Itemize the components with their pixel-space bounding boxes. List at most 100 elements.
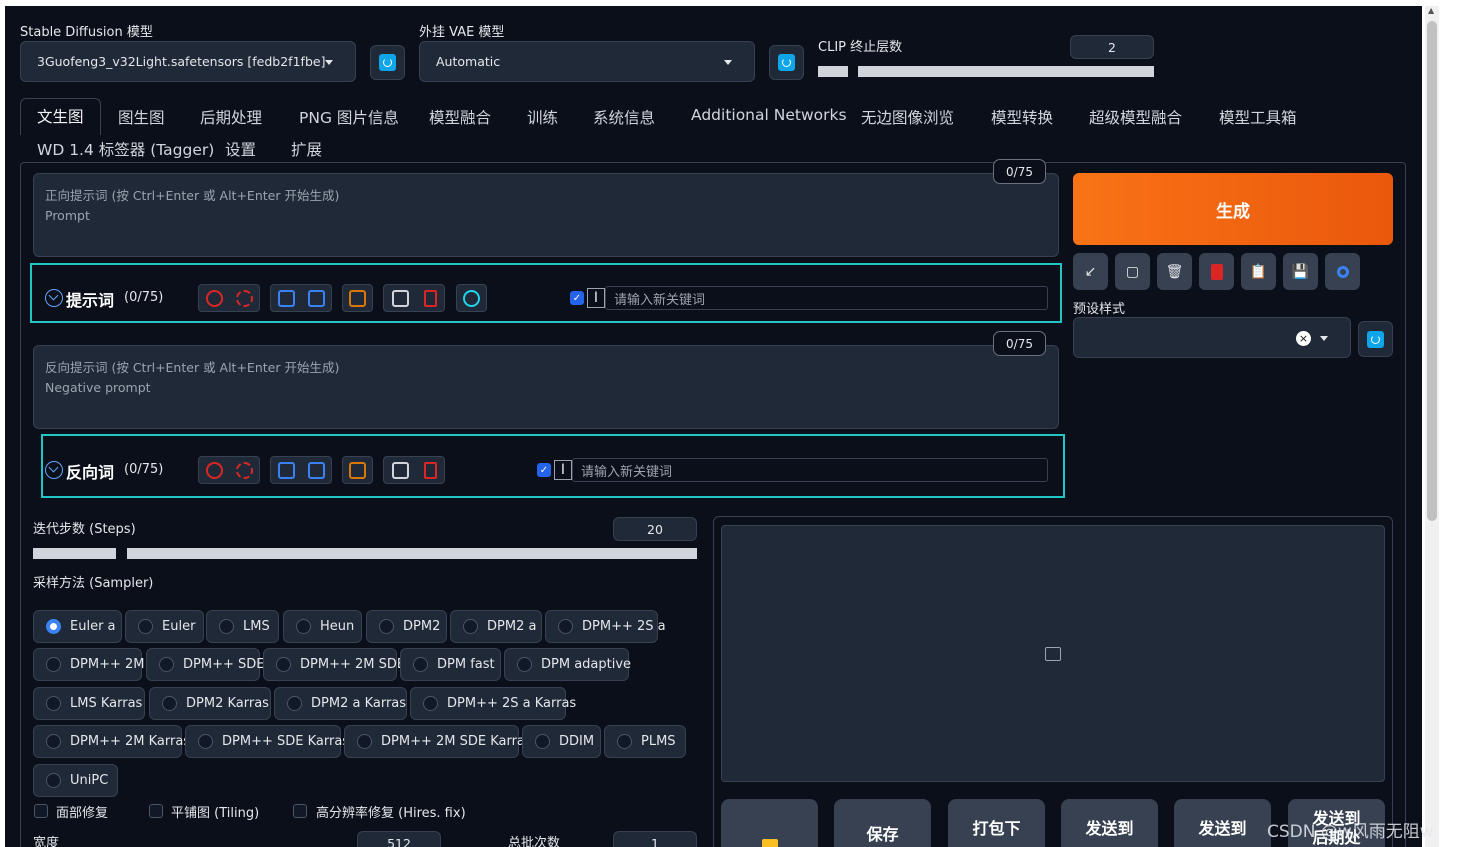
- radio-dot-icon: [46, 773, 61, 788]
- bookmark-icon[interactable]: [307, 461, 325, 479]
- tab-model-merge[interactable]: 模型融合: [429, 106, 491, 128]
- ab-icon[interactable]: [349, 289, 366, 307]
- tab-model-convert[interactable]: 模型转换: [991, 106, 1053, 128]
- prompt-keyword-checkbox[interactable]: ✓: [570, 291, 584, 305]
- history-icon[interactable]: [277, 461, 295, 479]
- sampler-option[interactable]: DPM++ 2M: [33, 648, 144, 681]
- clip-slider-track[interactable]: [858, 66, 1154, 77]
- gear-icon[interactable]: [235, 461, 253, 479]
- sampler-option[interactable]: DPM++ 2M SDE Karras: [344, 725, 532, 758]
- styles-select[interactable]: ×: [1073, 317, 1351, 358]
- negative-prompt-textarea[interactable]: 反向提示词 (按 Ctrl+Enter 或 Alt+Enter 开始生成) Ne…: [33, 345, 1059, 429]
- sampler-option[interactable]: DPM++ 2S a Karras: [410, 687, 576, 720]
- tab-super-merge[interactable]: 超级模型融合: [1089, 106, 1182, 128]
- sampler-option[interactable]: PLMS: [604, 725, 686, 758]
- width-value-input[interactable]: 512: [357, 831, 441, 847]
- sampler-option[interactable]: DPM++ SDE Karras: [185, 725, 349, 758]
- prompt-textarea[interactable]: 正向提示词 (按 Ctrl+Enter 或 Alt+Enter 开始生成) Pr…: [33, 173, 1059, 257]
- batch-count-input[interactable]: 1: [613, 831, 697, 847]
- generate-button[interactable]: 生成: [1073, 173, 1393, 245]
- tab-img2img[interactable]: 图生图: [118, 106, 165, 128]
- width-label: 宽度: [33, 836, 60, 847]
- send-to-img2img-button[interactable]: 发送到: [1061, 799, 1158, 847]
- sampler-option[interactable]: Euler: [125, 610, 204, 643]
- negative-keyword-checkbox[interactable]: ✓: [537, 463, 551, 477]
- tab-image-browser[interactable]: 无边图像浏览: [861, 106, 954, 128]
- trash-icon[interactable]: 🗑: [1157, 253, 1192, 290]
- history-icon[interactable]: [277, 289, 295, 307]
- tab-model-toolkit[interactable]: 模型工具箱: [1219, 106, 1297, 128]
- save-icon[interactable]: 💾: [1283, 253, 1318, 290]
- batch-count-label: 总批次数: [508, 836, 561, 847]
- sd-model-select[interactable]: 3Guofeng3_v32Light.safetensors [fedb2f1f…: [20, 41, 356, 82]
- scroll-up-icon[interactable]: ▲: [1428, 6, 1436, 16]
- sampler-option[interactable]: DDIM: [522, 725, 601, 758]
- trash-icon[interactable]: [423, 461, 437, 479]
- negative-tools-count: (0/75): [124, 462, 164, 477]
- location-icon[interactable]: [1325, 253, 1360, 290]
- copy-icon[interactable]: [391, 289, 409, 307]
- steps-slider-track[interactable]: [127, 548, 697, 559]
- hires-checkbox[interactable]: [293, 804, 307, 818]
- sampler-option[interactable]: DPM++ 2M SDE: [263, 648, 405, 681]
- refresh-vae-button[interactable]: [769, 45, 804, 80]
- sampler-option[interactable]: LMS: [206, 610, 279, 643]
- save-button[interactable]: 保存: [834, 799, 931, 847]
- sampler-option[interactable]: LMS Karras: [33, 687, 145, 720]
- open-folder-button[interactable]: [721, 799, 818, 847]
- red-card-icon[interactable]: [1199, 253, 1234, 290]
- sampler-option[interactable]: DPM2 a Karras: [274, 687, 407, 720]
- refresh-styles-button[interactable]: [1358, 321, 1393, 357]
- tab-txt2img[interactable]: 文生图: [20, 98, 101, 135]
- tab-extras[interactable]: 后期处理: [200, 106, 262, 128]
- tab-system-info[interactable]: 系统信息: [593, 106, 655, 128]
- clear-icon[interactable]: ×: [1296, 331, 1311, 346]
- tab-settings[interactable]: 设置: [225, 138, 256, 160]
- prompt-keyword-input[interactable]: 请输入新关键词: [605, 286, 1048, 310]
- square-icon[interactable]: ▢: [1115, 253, 1150, 290]
- tab-png-info[interactable]: PNG 图片信息: [299, 106, 399, 128]
- face-restore-checkbox[interactable]: [34, 804, 48, 818]
- clip-label: CLIP 终止层数: [818, 40, 903, 55]
- tab-additional-networks[interactable]: Additional Networks: [691, 106, 847, 124]
- bookmark-icon[interactable]: [307, 289, 325, 307]
- tiling-checkbox[interactable]: [149, 804, 163, 818]
- sampler-option[interactable]: DPM2: [366, 610, 447, 643]
- tab-tagger[interactable]: WD 1.4 标签器 (Tagger): [37, 138, 214, 160]
- vae-select[interactable]: Automatic: [419, 41, 755, 82]
- negative-keyword-input[interactable]: 请输入新关键词: [572, 458, 1048, 482]
- copy-icon[interactable]: [391, 461, 409, 479]
- sampler-option[interactable]: DPM++ 2M Karras: [33, 725, 190, 758]
- sampler-option[interactable]: DPM2 Karras: [149, 687, 271, 720]
- steps-value-input[interactable]: 20: [613, 517, 697, 541]
- sampler-option[interactable]: UniPC: [33, 764, 118, 797]
- sampler-option[interactable]: DPM adaptive: [504, 648, 631, 681]
- arrow-icon[interactable]: ↙: [1073, 253, 1108, 290]
- trash-icon[interactable]: [423, 289, 437, 307]
- globe-icon[interactable]: [205, 461, 223, 479]
- sampler-option[interactable]: DPM fast: [400, 648, 501, 681]
- scrollbar-track[interactable]: ▲: [1425, 6, 1439, 847]
- ab-icon[interactable]: [349, 461, 366, 479]
- tab-train[interactable]: 训练: [527, 106, 558, 128]
- sampler-option-label: DPM++ SDE: [183, 657, 265, 672]
- gear-icon[interactable]: [235, 289, 253, 307]
- globe-icon[interactable]: [205, 289, 223, 307]
- negative-collapse-icon[interactable]: [45, 461, 63, 479]
- sampler-option[interactable]: DPM++ 2S a: [545, 610, 666, 643]
- negative-tools-title: 反向词: [66, 463, 115, 482]
- refresh-sd-model-button[interactable]: [370, 45, 405, 80]
- scrollbar-thumb[interactable]: [1427, 21, 1437, 521]
- prompt-collapse-icon[interactable]: [45, 289, 63, 307]
- clipboard-icon[interactable]: 📋: [1241, 253, 1276, 290]
- sampler-option[interactable]: DPM2 a: [450, 610, 542, 643]
- sampler-option[interactable]: Heun: [283, 610, 362, 643]
- send-to-inpaint-button[interactable]: 发送到: [1174, 799, 1271, 847]
- sampler-option[interactable]: DPM++ SDE: [146, 648, 264, 681]
- tab-extensions[interactable]: 扩展: [291, 138, 322, 160]
- prompt-tools-title: 提示词: [66, 291, 115, 310]
- openai-icon[interactable]: [463, 289, 480, 307]
- sampler-option[interactable]: Euler a: [33, 610, 122, 643]
- zip-button[interactable]: 打包下: [948, 799, 1045, 847]
- clip-value-input[interactable]: 2: [1070, 35, 1154, 59]
